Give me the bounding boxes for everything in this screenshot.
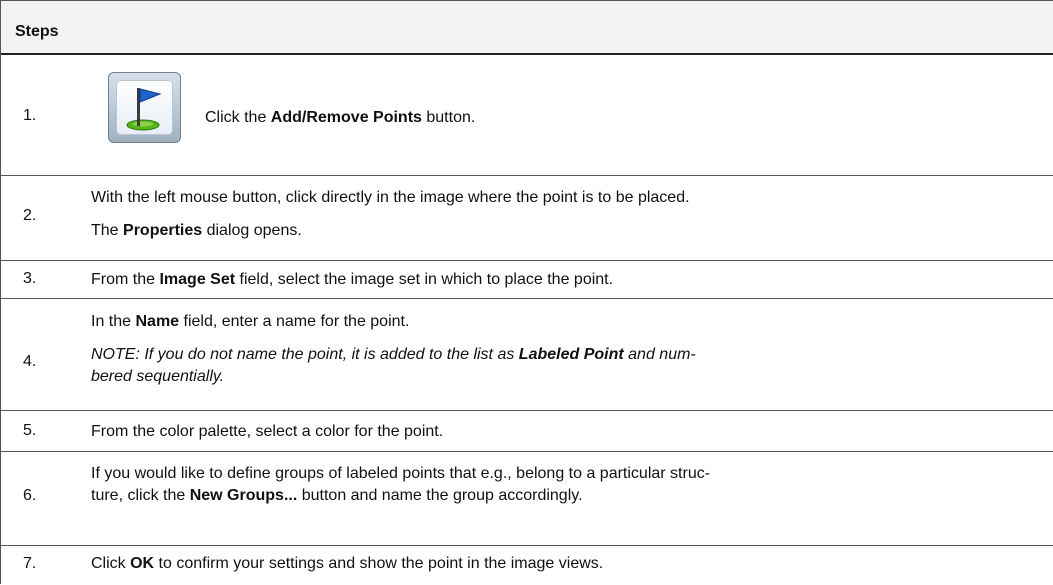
- step-row-2: 2. With the left mouse button, click dir…: [1, 176, 1053, 261]
- step-number: 2.: [23, 207, 37, 224]
- step-row-7: 7. Click OK to confirm your settings and…: [1, 546, 1053, 584]
- step-text: From the color palette, select a color f…: [91, 423, 444, 440]
- table-header: Steps: [1, 0, 1053, 55]
- step-text: From the Image Set field, select the ima…: [91, 271, 614, 288]
- step-number: 5.: [23, 422, 37, 439]
- step-row-5: 5. From the color palette, select a colo…: [1, 411, 1053, 452]
- step-number: 6.: [23, 487, 37, 504]
- step-number: 4.: [23, 353, 37, 370]
- step-row-4: 4. In the Name field, enter a name for t…: [1, 299, 1053, 411]
- step-number: 7.: [23, 555, 37, 572]
- steps-table: Steps 1. Click the Add/Remove Points but…: [0, 0, 1053, 584]
- step-row-6: 6. If you would like to define groups of…: [1, 452, 1053, 546]
- step-number: 3.: [23, 270, 37, 287]
- step-row-3: 3. From the Image Set field, select the …: [1, 261, 1053, 299]
- flag-icon: [126, 88, 162, 131]
- header-title: Steps: [15, 23, 59, 40]
- step-row-1: 1. Click the Add/Remove Points button.: [1, 55, 1053, 176]
- step-text: Click OK to confirm your settings and sh…: [91, 555, 604, 572]
- step-note: NOTE: If you do not name the point, it i…: [91, 346, 696, 363]
- step-number: 1.: [23, 107, 37, 124]
- step-text: Click the Add/Remove Points button.: [205, 109, 476, 126]
- step-text: With the left mouse button, click direct…: [91, 189, 690, 239]
- step-text: If you would like to define groups of la…: [91, 465, 711, 504]
- step-text: In the Name field, enter a name for the …: [91, 313, 696, 385]
- add-remove-points-button-image: [108, 72, 181, 143]
